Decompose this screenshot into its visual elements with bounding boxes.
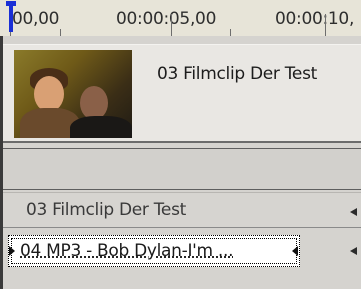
timeline-ruler[interactable]: 00,00 00:00:05,00 00:00:10, bbox=[0, 0, 361, 37]
selected-audio-clip-title[interactable]: 04 MP3 - Bob Dylan-I'm ... bbox=[20, 241, 234, 261]
thumbnail-figure bbox=[34, 76, 64, 112]
ruler-tick bbox=[230, 29, 231, 36]
left-arrow-icon[interactable] bbox=[350, 208, 357, 216]
lower-track-area bbox=[3, 268, 361, 289]
thumbnail-figure bbox=[80, 86, 108, 120]
timeline-panel: 00,00 00:00:05,00 00:00:10, 03 Filmclip … bbox=[0, 0, 361, 289]
triangle-handle-icon[interactable] bbox=[292, 246, 298, 256]
ruler-tick bbox=[60, 29, 61, 36]
thumbnail-figure bbox=[70, 116, 132, 138]
ruler-label-0: 00,00 bbox=[12, 9, 60, 29]
ruler-label-10s: 00:00:10, bbox=[275, 9, 355, 29]
ruler-tick bbox=[171, 14, 172, 36]
audio-clip-title[interactable]: 03 Filmclip Der Test bbox=[26, 200, 186, 220]
ruler-label-5s: 00:00:05,00 bbox=[116, 9, 217, 29]
ruler-tick bbox=[325, 14, 326, 36]
playhead[interactable] bbox=[9, 2, 13, 32]
video-clip-title: 03 Filmclip Der Test bbox=[157, 64, 317, 84]
empty-track[interactable] bbox=[3, 148, 361, 190]
triangle-handle-icon[interactable] bbox=[9, 246, 15, 256]
video-thumbnail bbox=[14, 50, 132, 138]
left-arrow-icon[interactable] bbox=[350, 247, 357, 255]
